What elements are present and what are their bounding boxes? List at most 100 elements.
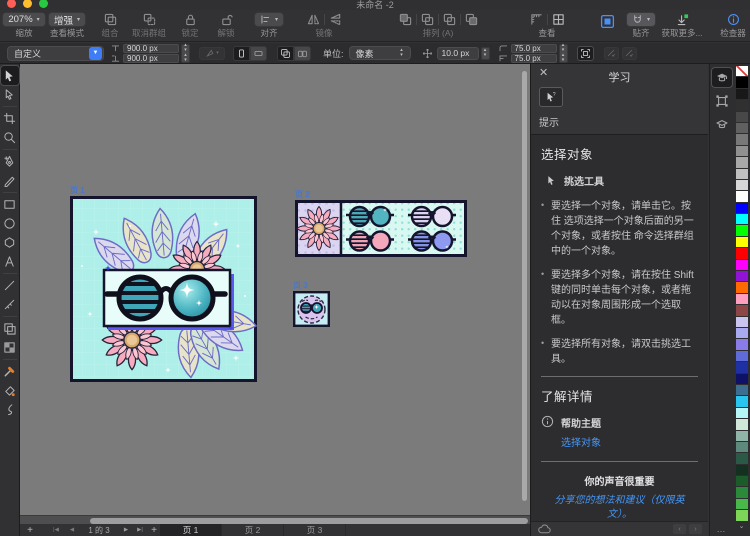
- units-select[interactable]: 像素 ▴ ▾: [348, 46, 411, 60]
- color-swatch-19[interactable]: [735, 282, 748, 293]
- color-swatch-21[interactable]: [735, 305, 748, 316]
- color-swatch-18[interactable]: [735, 271, 748, 282]
- swatch-scroll-more-icon[interactable]: ⌄: [739, 523, 745, 530]
- text-tool[interactable]: [1, 252, 19, 271]
- rectangle-tool[interactable]: [1, 195, 19, 214]
- rotate-handle-button[interactable]: ▾: [199, 46, 225, 60]
- color-swatch-36[interactable]: [735, 476, 748, 487]
- color-swatch-10[interactable]: [735, 179, 748, 191]
- margins-icon[interactable]: [600, 14, 615, 29]
- color-swatch-9[interactable]: [735, 168, 748, 179]
- more-panels-icon[interactable]: …: [717, 524, 727, 534]
- flip-horizontal-icon[interactable]: [307, 13, 320, 26]
- convert-a-button[interactable]: [603, 46, 619, 60]
- color-swatch-32[interactable]: [735, 430, 748, 441]
- horizontal-scrollbar[interactable]: [90, 517, 528, 524]
- last-page-button[interactable]: ▶|: [132, 524, 148, 536]
- grid-icon[interactable]: [552, 13, 565, 26]
- spacing-stepper[interactable]: ▴ ▾: [480, 46, 490, 60]
- color-swatch-2[interactable]: [735, 88, 748, 100]
- color-swatch-4[interactable]: [735, 111, 748, 122]
- color-swatch-15[interactable]: [735, 236, 748, 248]
- color-swatch-8[interactable]: [735, 157, 748, 168]
- education-icon[interactable]: [712, 114, 732, 133]
- move-to-back-icon[interactable]: [465, 13, 478, 26]
- ungroup-icon[interactable]: [143, 13, 156, 26]
- color-swatch-23[interactable]: [735, 327, 748, 339]
- info-icon[interactable]: [727, 13, 740, 26]
- clone-mode-a-toggle[interactable]: [277, 45, 294, 61]
- move-forward-icon[interactable]: [421, 13, 434, 26]
- align-dropdown[interactable]: ▾: [253, 12, 284, 27]
- frame-tool[interactable]: [1, 319, 19, 338]
- color-swatch-30[interactable]: [735, 407, 748, 419]
- first-page-button[interactable]: |◀: [48, 524, 64, 536]
- color-swatch-12[interactable]: [735, 202, 748, 214]
- color-swatch-22[interactable]: [735, 316, 748, 327]
- color-swatch-29[interactable]: [735, 396, 748, 407]
- feedback-link[interactable]: 分享您的想法和建议（仅限英文）。: [545, 494, 694, 521]
- corner-stepper[interactable]: ▴ ▾ ▴ ▾: [558, 43, 568, 63]
- next-page-button[interactable]: ▶: [120, 524, 132, 536]
- download-more-icon[interactable]: [676, 13, 689, 26]
- tab-page-3[interactable]: 页 3: [284, 524, 346, 536]
- convert-b-button[interactable]: [621, 46, 637, 60]
- transparency-tool[interactable]: [1, 338, 19, 357]
- color-swatch-20[interactable]: [735, 293, 748, 305]
- forward-button[interactable]: ›: [689, 524, 702, 534]
- color-swatch-33[interactable]: [735, 441, 748, 453]
- height-field[interactable]: 900.0 px: [123, 53, 179, 63]
- color-swatch-3[interactable]: [735, 100, 748, 111]
- learn-panel-icon[interactable]: [711, 68, 732, 87]
- color-swatch-0[interactable]: [735, 66, 748, 77]
- lock-icon[interactable]: [184, 13, 197, 26]
- move-to-front-icon[interactable]: [399, 13, 412, 26]
- color-swatch-38[interactable]: [735, 498, 748, 510]
- line-tool[interactable]: [1, 276, 19, 295]
- corner-width-field[interactable]: 75.0 px: [510, 43, 557, 53]
- prev-page-button[interactable]: ◀: [66, 524, 78, 536]
- artboard-page-2[interactable]: [295, 200, 467, 257]
- contextual-help-tool-button[interactable]: ?: [539, 87, 563, 107]
- color-swatch-27[interactable]: [735, 373, 748, 384]
- move-backward-icon[interactable]: [443, 13, 456, 26]
- color-swatch-1[interactable]: [735, 77, 748, 88]
- fill-tool[interactable]: [1, 381, 19, 400]
- knife-tool[interactable]: [1, 295, 19, 314]
- color-swatch-26[interactable]: [735, 362, 748, 373]
- color-swatch-31[interactable]: [735, 419, 748, 430]
- help-topic-link[interactable]: 选择对象: [561, 434, 601, 449]
- move-tool[interactable]: [0, 66, 19, 85]
- pencil-tool[interactable]: [1, 171, 19, 190]
- artboard-page-3[interactable]: [293, 291, 330, 327]
- clone-mode-b-toggle[interactable]: [294, 45, 311, 61]
- horizontal-scroll-track[interactable]: [20, 515, 530, 524]
- size-stepper[interactable]: ▴ ▾ ▴ ▾: [181, 43, 190, 63]
- vector-brush-tool[interactable]: [1, 400, 19, 419]
- color-swatch-24[interactable]: [735, 339, 748, 350]
- preset-select[interactable]: 自定义 ▼: [7, 45, 104, 61]
- artboard-page-1[interactable]: [70, 196, 257, 382]
- ellipse-tool[interactable]: [1, 214, 19, 233]
- color-swatch-6[interactable]: [735, 134, 748, 145]
- color-swatch-39[interactable]: [735, 510, 748, 521]
- color-swatch-5[interactable]: [735, 122, 748, 134]
- node-tool[interactable]: [1, 85, 19, 104]
- back-button[interactable]: ‹: [673, 524, 686, 534]
- color-picker-tool[interactable]: [1, 362, 19, 381]
- pen-tool[interactable]: [1, 152, 19, 171]
- group-icon[interactable]: [104, 13, 117, 26]
- zoom-dropdown[interactable]: 207% ▾: [2, 12, 46, 27]
- color-swatch-16[interactable]: [735, 248, 748, 259]
- snap-dropdown[interactable]: ▾: [625, 12, 656, 27]
- tab-page-1[interactable]: 页 1: [160, 524, 222, 536]
- viewmode-dropdown[interactable]: 增强 ▾: [47, 12, 87, 27]
- color-swatch-13[interactable]: [735, 214, 748, 225]
- color-swatch-34[interactable]: [735, 453, 748, 464]
- flip-vertical-icon[interactable]: [329, 13, 342, 26]
- transform-panel-icon[interactable]: [712, 91, 732, 110]
- cloud-icon[interactable]: [538, 524, 551, 535]
- rulers-icon[interactable]: [530, 13, 543, 26]
- add-page-button-2[interactable]: +: [148, 524, 160, 536]
- vertical-scrollbar[interactable]: [522, 71, 527, 501]
